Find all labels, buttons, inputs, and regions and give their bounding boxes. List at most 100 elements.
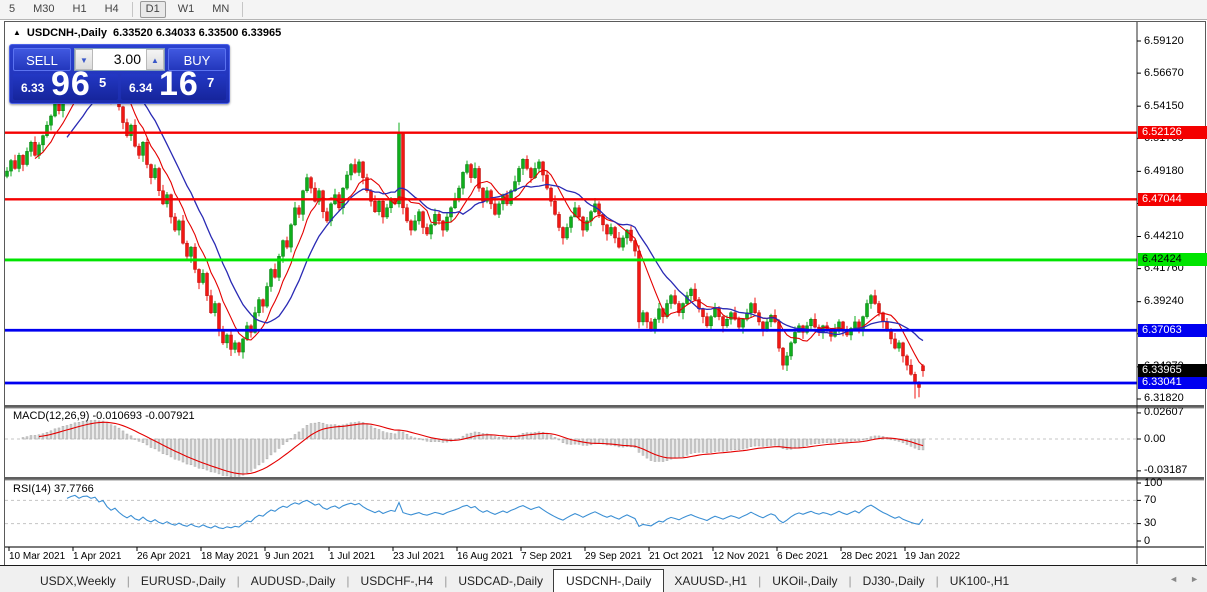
candlestick[interactable] — [738, 319, 741, 327]
candlestick[interactable] — [414, 221, 417, 230]
candlestick[interactable] — [310, 178, 313, 188]
candlestick[interactable] — [286, 241, 289, 248]
macd-panel[interactable] — [5, 420, 1137, 477]
candlestick[interactable] — [874, 296, 877, 304]
candlestick[interactable] — [282, 241, 285, 257]
candlestick[interactable] — [206, 273, 209, 295]
collapse-panel-icon[interactable]: ▲ — [13, 28, 21, 37]
candlestick[interactable] — [130, 125, 133, 135]
candlestick[interactable] — [922, 366, 925, 371]
candlestick[interactable] — [614, 227, 617, 237]
chart-tab-usdx-weekly[interactable]: USDX,Weekly — [30, 570, 126, 592]
candlestick[interactable] — [906, 356, 909, 365]
candlestick[interactable] — [438, 214, 441, 221]
candlestick[interactable] — [406, 208, 409, 221]
candlestick[interactable] — [230, 335, 233, 349]
candlestick[interactable] — [790, 343, 793, 356]
candlestick[interactable] — [418, 212, 421, 221]
candlestick[interactable] — [178, 221, 181, 230]
candlestick[interactable] — [674, 296, 677, 304]
candlestick[interactable] — [342, 188, 345, 208]
candlestick[interactable] — [854, 322, 857, 329]
timeframe-button-5[interactable]: 5 — [3, 1, 21, 18]
candlestick[interactable] — [222, 330, 225, 343]
candlestick[interactable] — [422, 212, 425, 228]
candlestick[interactable] — [750, 304, 753, 313]
candlestick[interactable] — [554, 201, 557, 214]
candlestick[interactable] — [122, 107, 125, 123]
candlestick[interactable] — [430, 225, 433, 234]
candlestick[interactable] — [214, 304, 217, 313]
candlestick[interactable] — [786, 356, 789, 365]
candlestick[interactable] — [898, 343, 901, 348]
candlestick[interactable] — [566, 227, 569, 237]
candlestick[interactable] — [526, 159, 529, 168]
candlestick[interactable] — [402, 133, 405, 208]
timeframe-button-W1[interactable]: W1 — [172, 1, 201, 18]
chart-tab-audusd-daily[interactable]: AUDUSD-,Daily — [241, 570, 346, 592]
candlestick[interactable] — [442, 221, 445, 230]
candlestick[interactable] — [578, 208, 581, 217]
timeframe-button-H4[interactable]: H4 — [99, 1, 125, 18]
chart-tab-eurusd-daily[interactable]: EURUSD-,Daily — [131, 570, 236, 592]
candlestick[interactable] — [170, 195, 173, 217]
candlestick[interactable] — [410, 221, 413, 230]
candlestick[interactable] — [498, 204, 501, 214]
candlestick[interactable] — [694, 289, 697, 299]
candlestick[interactable] — [302, 191, 305, 215]
candlestick[interactable] — [914, 374, 917, 382]
candlestick[interactable] — [274, 269, 277, 277]
candlestick[interactable] — [242, 339, 245, 352]
main-chart-area[interactable] — [5, 59, 1137, 399]
candlestick[interactable] — [702, 309, 705, 317]
chart-tab-usdcad-daily[interactable]: USDCAD-,Daily — [448, 570, 553, 592]
candlestick[interactable] — [642, 313, 645, 322]
candlestick[interactable] — [638, 251, 641, 322]
timeframe-button-M30[interactable]: M30 — [27, 1, 60, 18]
timeframe-button-MN[interactable]: MN — [206, 1, 235, 18]
candlestick[interactable] — [198, 269, 201, 282]
candlestick[interactable] — [194, 247, 197, 269]
candlestick[interactable] — [10, 161, 13, 171]
candlestick[interactable] — [658, 309, 661, 319]
candlestick[interactable] — [618, 238, 621, 247]
candlestick[interactable] — [354, 165, 357, 173]
candlestick[interactable] — [42, 136, 45, 145]
candlestick[interactable] — [18, 155, 21, 168]
candlestick[interactable] — [646, 313, 649, 322]
candlestick[interactable] — [378, 201, 381, 211]
candlestick[interactable] — [878, 304, 881, 313]
timeframe-button-D1[interactable]: D1 — [140, 1, 166, 18]
candlestick[interactable] — [466, 165, 469, 173]
sell-price-display[interactable]: 6.33 96 5 — [13, 74, 118, 100]
candlestick[interactable] — [398, 133, 401, 204]
candlestick[interactable] — [654, 319, 657, 329]
candlestick[interactable] — [238, 343, 241, 352]
candlestick[interactable] — [306, 178, 309, 191]
candlestick[interactable] — [582, 217, 585, 230]
candlestick[interactable] — [446, 217, 449, 230]
candlestick[interactable] — [138, 146, 141, 155]
buy-price-display[interactable]: 6.34 16 7 — [121, 74, 226, 100]
candlestick[interactable] — [30, 142, 33, 151]
candlestick[interactable] — [382, 201, 385, 217]
candlestick[interactable] — [246, 326, 249, 339]
candlestick[interactable] — [262, 300, 265, 307]
candlestick[interactable] — [190, 247, 193, 256]
candlestick[interactable] — [546, 175, 549, 188]
candlestick[interactable] — [714, 309, 717, 317]
candlestick[interactable] — [326, 212, 329, 221]
candlestick[interactable] — [34, 142, 37, 155]
candlestick[interactable] — [38, 145, 41, 155]
candlestick[interactable] — [606, 225, 609, 234]
candlestick[interactable] — [782, 348, 785, 365]
chart-tab-ukoil-daily[interactable]: UKOil-,Daily — [762, 570, 847, 592]
candlestick[interactable] — [722, 317, 725, 326]
candlestick[interactable] — [478, 168, 481, 188]
candlestick[interactable] — [26, 151, 29, 164]
chart-tab-usdcnh-daily[interactable]: USDCNH-,Daily — [553, 569, 664, 592]
candlestick[interactable] — [530, 168, 533, 177]
candlestick[interactable] — [6, 171, 9, 176]
candlestick[interactable] — [158, 168, 161, 190]
candlestick[interactable] — [182, 221, 185, 243]
